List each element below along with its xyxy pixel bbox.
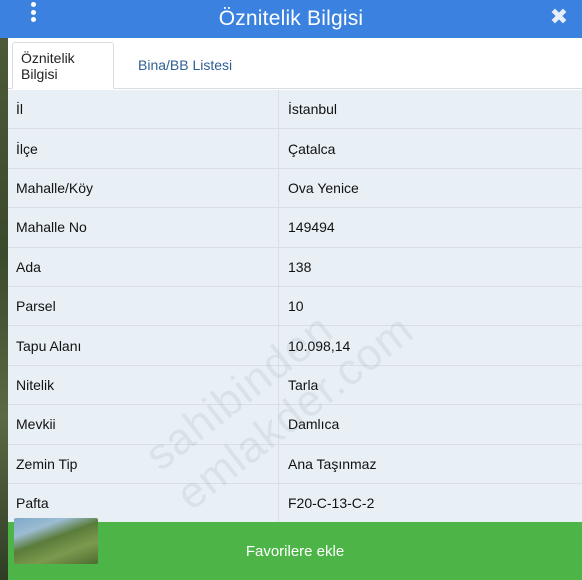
- attribute-value: Ova Yenice: [288, 179, 359, 196]
- attribute-key: Mevkii: [8, 405, 279, 444]
- dialog-header: Öznitelik Bilgisi ✖: [0, 0, 582, 38]
- table-row: Zemin Tip Ana Taşınmaz: [8, 444, 582, 484]
- background-map-strip: [0, 38, 8, 580]
- attribute-key: Zemin Tip: [8, 444, 279, 483]
- table-row: Mahalle No 149494: [8, 208, 582, 248]
- attribute-value: 10: [288, 298, 304, 315]
- tab-attribute-info[interactable]: Öznitelik Bilgisi: [12, 42, 114, 89]
- attribute-key: Mahalle/Köy: [8, 168, 279, 208]
- table-row: Mahalle/Köy Ova Yenice: [8, 168, 582, 209]
- table-row: Tapu Alanı 10.098,14: [8, 326, 582, 366]
- attribute-value: Damlıca: [288, 416, 340, 433]
- attribute-key: Nitelik: [8, 365, 279, 405]
- table-row: Mevkii Damlıca: [8, 405, 582, 445]
- map-thumbnail[interactable]: [14, 518, 98, 564]
- attribute-value: Tarla: [288, 376, 319, 393]
- table-row: İl İstanbul: [8, 90, 582, 130]
- attribute-value: 149494: [288, 219, 335, 236]
- close-icon[interactable]: ✖: [548, 6, 570, 28]
- attribute-panel: Öznitelik Bilgisi Bina/BB Listesi İl İst…: [8, 38, 582, 524]
- table-row: İlçe Çatalca: [8, 129, 582, 169]
- table-row: Nitelik Tarla: [8, 365, 582, 406]
- attribute-value: F20-C-13-C-2: [288, 495, 375, 512]
- attribute-key: İlçe: [8, 129, 279, 168]
- kebab-menu-icon[interactable]: [26, 2, 40, 22]
- attribute-key: Tapu Alanı: [8, 326, 279, 365]
- attribute-key: Parsel: [8, 286, 279, 326]
- attribute-value: 138: [288, 258, 312, 275]
- table-row: Parsel 10: [8, 286, 582, 327]
- dialog-title: Öznitelik Bilgisi: [218, 7, 364, 30]
- attribute-key: İl: [8, 90, 279, 129]
- attribute-value: 10.098,14: [288, 337, 351, 354]
- attribute-key: Mahalle No: [8, 208, 279, 247]
- tab-building-list[interactable]: Bina/BB Listesi: [128, 43, 242, 87]
- attribute-key: Ada: [8, 247, 279, 286]
- attribute-value: Ana Taşınmaz: [288, 455, 377, 472]
- add-to-favorites-label: Favorilere ekle: [245, 542, 345, 560]
- attribute-key: Pafta: [8, 483, 279, 523]
- attribute-table: İl İstanbul İlçe Çatalca Mahalle/Köy Ova…: [8, 90, 582, 524]
- attribute-value: Çatalca: [288, 140, 336, 157]
- tab-bar: Öznitelik Bilgisi Bina/BB Listesi: [8, 38, 582, 89]
- table-row: Ada 138: [8, 247, 582, 287]
- attribute-value: İstanbul: [288, 101, 338, 118]
